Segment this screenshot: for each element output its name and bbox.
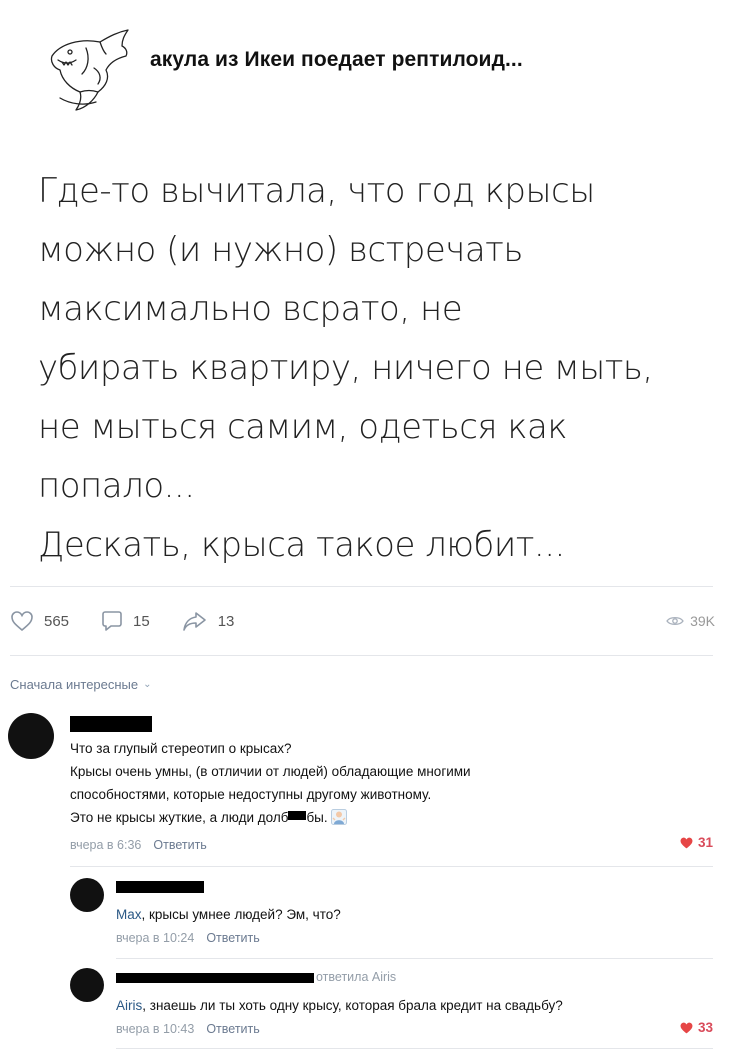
heart-filled-icon <box>680 837 693 848</box>
divider <box>70 866 713 867</box>
reply-button[interactable]: Ответить <box>153 838 206 852</box>
comment-like-button[interactable]: 33 <box>680 1020 713 1035</box>
comment-like-count: 33 <box>698 1020 714 1035</box>
comment-count: 15 <box>133 612 150 630</box>
divider <box>10 586 713 587</box>
avatar[interactable] <box>8 713 54 759</box>
comment-button[interactable]: 15 <box>101 610 150 632</box>
post-text: Где-то вычитала, что год крысы можно (и … <box>38 162 718 575</box>
reply-button[interactable]: Ответить <box>206 931 259 945</box>
post-text-line: максимально всрато, не <box>38 289 463 329</box>
avatar[interactable] <box>70 878 104 912</box>
comment-text-line: Что за глупый стереотип о крысах? <box>70 741 292 756</box>
post-actions-bar: 565 15 13 39K <box>10 606 715 636</box>
shark-sketch-icon[interactable] <box>40 18 140 118</box>
post-text-line: убирать квартиру, ничего не мыть, <box>38 348 653 388</box>
comment-text-fragment: , крысы умнее людей? Эм, что? <box>141 907 341 922</box>
sort-label: Сначала интересные <box>10 677 139 692</box>
avatar[interactable] <box>70 968 104 1002</box>
share-count: 13 <box>217 612 235 630</box>
comment-text-line: способностями, которые недоступны другом… <box>70 787 432 802</box>
comment-text-line: Это не крысы жуткие, а люди долб бы. <box>70 808 348 829</box>
comment-text-fragment: бы. <box>306 810 328 825</box>
divider <box>116 958 713 959</box>
post-text-line: не мыться самим, одеться как <box>38 407 568 447</box>
heart-outline-icon <box>11 611 33 632</box>
post-text-line: можно (и нужно) встречать <box>38 230 523 270</box>
like-count: 565 <box>44 612 70 630</box>
comment-text-fragment: Это не крысы жуткие, а люди долб <box>70 810 289 825</box>
post-text-line: Где-то вычитала, что год крысы <box>38 171 595 211</box>
comment-text-line: Крысы очень умны, (в отличии от людей) о… <box>70 764 471 779</box>
redacted-word <box>288 811 307 820</box>
chevron-down-icon: ⌄ <box>143 679 152 690</box>
comment-time[interactable]: вчера в 6:36 <box>70 838 141 852</box>
mention-link[interactable]: Max <box>116 907 142 922</box>
comment-text-line: Max, крысы умнее людей? Эм, что? <box>116 905 341 926</box>
comment-text-fragment: , знаешь ли ты хоть одну крысу, которая … <box>142 998 563 1013</box>
reply-button[interactable]: Ответить <box>206 1022 259 1036</box>
share-button[interactable]: 13 <box>182 610 235 632</box>
post-text-line: попало... <box>38 466 195 506</box>
heart-filled-icon <box>680 1022 693 1033</box>
comment-text-line: Airis, знаешь ли ты хоть одну крысу, кот… <box>116 996 563 1017</box>
views-count: 39K <box>690 613 715 629</box>
mention-link[interactable]: Airis <box>116 998 142 1013</box>
post-header: акула из Икеи поедает рептилоид... <box>40 18 700 118</box>
views-counter: 39K <box>666 613 715 629</box>
comment-like-button[interactable]: 31 <box>680 835 713 850</box>
comment-time[interactable]: вчера в 10:43 <box>116 1022 194 1036</box>
eye-icon <box>666 616 684 626</box>
comment-time[interactable]: вчера в 10:24 <box>116 931 194 945</box>
post-text-line: Дескать, крыса такое любит... <box>38 525 565 565</box>
share-arrow-icon <box>182 612 206 631</box>
redacted-author-name <box>70 716 152 732</box>
person-shrugging-emoji-icon <box>331 809 348 825</box>
redacted-author-name <box>116 973 314 983</box>
divider <box>116 1048 713 1049</box>
comment-like-count: 31 <box>698 835 714 850</box>
like-button[interactable]: 565 <box>10 610 69 632</box>
comment-bubble-icon <box>102 611 122 631</box>
comment-meta: вчера в 6:36 Ответить <box>70 838 207 852</box>
comment-meta: вчера в 10:43 Ответить <box>116 1022 260 1036</box>
comment-meta: вчера в 10:24 Ответить <box>116 931 260 945</box>
replied-to-label[interactable]: ответила Airis <box>316 970 396 984</box>
post-author-name[interactable]: акула из Икеи поедает рептилоид... <box>150 48 523 72</box>
comments-sort-dropdown[interactable]: Сначала интересные ⌄ <box>10 677 152 692</box>
divider <box>10 655 713 656</box>
redacted-author-name <box>116 881 204 893</box>
